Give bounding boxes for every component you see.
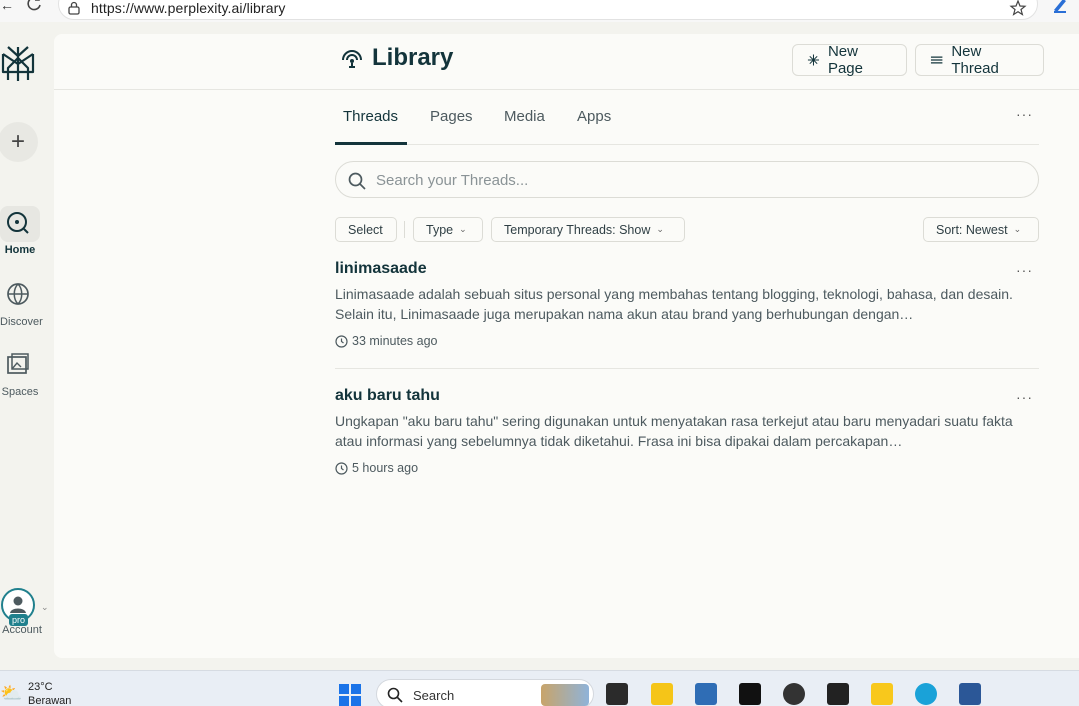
word-icon[interactable] <box>959 683 981 705</box>
chevron-down-icon: ⌄ <box>1013 224 1022 234</box>
bookmark-star-icon[interactable] <box>1009 0 1027 17</box>
thread-meta: 33 minutes ago <box>335 334 1039 348</box>
thread-time: 33 minutes ago <box>352 334 438 348</box>
task-view-icon[interactable] <box>606 683 628 705</box>
thread-meta: 5 hours ago <box>335 461 1039 475</box>
weather-condition: Berawan <box>28 695 72 706</box>
type-label: Type <box>426 222 454 237</box>
sort-dropdown[interactable]: Sort: Newest ⌄ <box>923 217 1039 242</box>
sidebar-item-spaces[interactable]: Spaces <box>0 348 40 398</box>
clock-icon <box>335 334 348 348</box>
taskbar-search[interactable]: Search <box>376 679 594 706</box>
store-icon[interactable] <box>695 683 717 705</box>
weather-widget[interactable]: ⛅ 23°C Berawan <box>0 679 80 706</box>
thread-more-icon[interactable]: ··· <box>1016 389 1033 405</box>
library-tabs: Threads Pages Media Apps ··· <box>335 100 1039 145</box>
taskbar-search-label: Search <box>413 688 455 703</box>
weather-temp: 23°C <box>28 681 53 693</box>
thread-list-item[interactable]: linimasaade Linimasaade adalah sebuah si… <box>335 260 1039 369</box>
sticky-notes-icon[interactable] <box>827 683 849 705</box>
library-header: Library New Page New Thread <box>54 34 1079 90</box>
active-tab-indicator <box>335 142 407 145</box>
new-thread-label: New Thread <box>951 43 999 77</box>
search-icon <box>348 172 366 190</box>
pro-badge: pro <box>9 614 29 626</box>
file-explorer-icon[interactable] <box>651 683 673 705</box>
new-thread-plus-button[interactable]: + <box>0 122 38 162</box>
cloud-sun-icon: ⛅ <box>0 683 23 703</box>
sidebar-item-discover[interactable]: Discover <box>0 278 43 328</box>
sidebar-item-label: Discover <box>0 316 43 328</box>
thread-time: 5 hours ago <box>352 461 419 475</box>
home-icon <box>0 206 40 242</box>
new-thread-button[interactable]: New Thread <box>915 43 1044 77</box>
chevron-down-icon: ⌄ <box>656 224 664 234</box>
temporary-threads-dropdown[interactable]: Temporary Threads: Show ⌄ <box>491 217 685 242</box>
page-title: Library <box>340 44 453 72</box>
type-filter-dropdown[interactable]: Type ⌄ <box>413 217 483 242</box>
sidebar: + Home Discover Spaces pro ⌄ Account <box>0 22 52 658</box>
address-bar[interactable]: https://www.perplexity.ai/library <box>58 0 1038 20</box>
thread-list-item[interactable]: aku baru tahu Ungkapan "aku baru tahu" s… <box>335 387 1039 487</box>
page-title-text: Library <box>372 44 454 71</box>
sidebar-item-home[interactable]: Home <box>0 206 40 256</box>
thread-title[interactable]: aku baru tahu <box>335 387 1039 405</box>
plus-icon: + <box>10 128 25 155</box>
lines-icon <box>930 56 943 64</box>
sparkle-icon <box>807 54 820 66</box>
clock-icon <box>335 461 348 475</box>
sort-label: Sort: Newest <box>936 222 1008 237</box>
app-grid-icon[interactable] <box>871 683 893 705</box>
temporary-label: Temporary Threads: Show <box>504 222 651 237</box>
sidebar-item-label: Spaces <box>1 386 39 398</box>
tab-pages[interactable]: Pages <box>430 108 473 125</box>
media-player-icon[interactable] <box>783 683 805 705</box>
thread-snippet: Ungkapan "aku baru tahu" sering digunaka… <box>335 413 1013 449</box>
jetbrains-icon[interactable] <box>739 683 761 705</box>
browser-toolbar: ← https://www.perplexity.ai/library <box>0 0 1079 22</box>
library-panel: Library New Page New Thread Threads Page… <box>54 34 1079 658</box>
spaces-icon <box>7 353 29 374</box>
globe-icon <box>7 283 29 305</box>
select-label: Select <box>348 222 383 237</box>
edge-browser-icon[interactable] <box>915 683 937 705</box>
new-page-label: New Page <box>827 43 863 77</box>
select-button[interactable]: Select <box>335 217 397 242</box>
thread-title[interactable]: linimasaade <box>335 260 1039 278</box>
thread-snippet: Linimasaade adalah sebuah situs personal… <box>335 286 1013 322</box>
filter-divider <box>404 221 405 238</box>
library-icon <box>342 50 362 68</box>
chevron-down-icon: ⌄ <box>459 224 467 234</box>
account-menu[interactable]: pro ⌄ Account <box>0 588 49 636</box>
tab-media[interactable]: Media <box>504 108 545 125</box>
extension-icon[interactable] <box>1051 0 1069 14</box>
tabs-more-icon[interactable]: ··· <box>1016 106 1033 122</box>
avatar[interactable]: pro ⌄ <box>1 588 49 626</box>
search-input[interactable] <box>376 168 1016 192</box>
search-icon <box>387 687 403 703</box>
new-page-button[interactable]: New Page <box>792 43 907 77</box>
thread-search[interactable] <box>335 161 1039 198</box>
chevron-down-icon: ⌄ <box>41 602 49 612</box>
perplexity-logo-icon[interactable] <box>0 44 36 84</box>
back-arrow-icon[interactable]: ← <box>0 0 14 13</box>
windows-taskbar: ⛅ 23°C Berawan Search <box>0 670 1079 706</box>
search-highlight-image <box>541 684 589 706</box>
url-text[interactable]: https://www.perplexity.ai/library <box>91 0 285 16</box>
tab-apps[interactable]: Apps <box>577 108 611 125</box>
thread-more-icon[interactable]: ··· <box>1016 262 1033 278</box>
reload-icon[interactable] <box>24 0 44 14</box>
sidebar-item-label: Home <box>4 244 36 256</box>
site-info-icon[interactable] <box>67 1 81 15</box>
tab-threads[interactable]: Threads <box>343 108 398 125</box>
windows-start-icon[interactable] <box>338 683 362 706</box>
